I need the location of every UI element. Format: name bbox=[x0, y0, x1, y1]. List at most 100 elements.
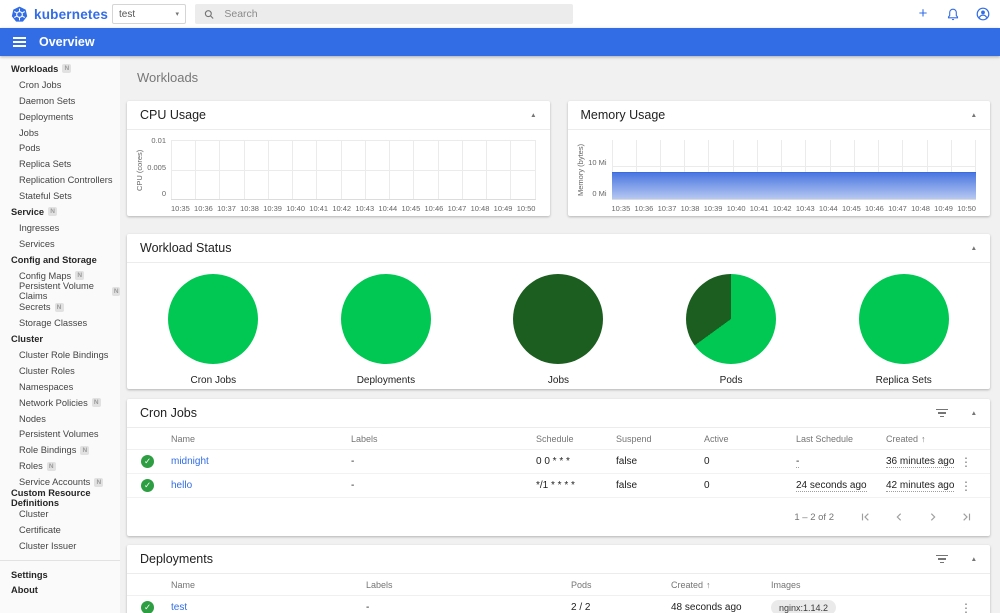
sort-asc-icon: ↑ bbox=[921, 433, 926, 444]
row-menu-kebab-icon[interactable]: ⋮ bbox=[956, 601, 976, 613]
sidebar-item-cluster-role-bindings[interactable]: Cluster Role Bindings bbox=[0, 347, 120, 363]
pie-pods: Pods bbox=[645, 274, 818, 386]
namespace-selector[interactable]: test ▾ bbox=[112, 4, 186, 24]
workload-status-title: Workload Status bbox=[140, 241, 232, 255]
filter-icon[interactable] bbox=[936, 554, 949, 564]
sidebar-item-cluster[interactable]: Cluster bbox=[0, 331, 120, 347]
pie-jobs: Jobs bbox=[472, 274, 645, 386]
sort-asc-icon: ↑ bbox=[706, 579, 711, 590]
cpu-y-axis-label: CPU (cores) bbox=[135, 149, 144, 191]
sidebar-item-nodes[interactable]: Nodes bbox=[0, 411, 120, 427]
sidebar-item-replica-sets[interactable]: Replica Sets bbox=[0, 156, 120, 172]
memory-x-axis-ticks: 10:35 10:36 10:37 10:38 10:39 10:40 10:41 10:42… bbox=[611, 204, 976, 213]
logo-text: kubernetes bbox=[34, 6, 109, 22]
sidebar-item-crd-cluster[interactable]: Cluster bbox=[0, 506, 120, 522]
memory-usage-card: Memory Usage ▲ Memory (bytes) 10 Mi 0 Mi bbox=[567, 101, 990, 216]
create-resource-plus-icon[interactable]: + bbox=[916, 6, 930, 21]
sidebar-item-replication-controllers[interactable]: Replication Controllers bbox=[0, 172, 120, 188]
sort-created-header[interactable]: Created ↑ bbox=[671, 580, 771, 590]
pagination-range: 1 – 2 of 2 bbox=[794, 511, 834, 523]
first-page-icon[interactable] bbox=[860, 512, 870, 522]
sidebar-item-roles[interactable]: Roles N bbox=[0, 458, 120, 474]
cronjob-name-link[interactable]: hello bbox=[171, 480, 351, 491]
sidebar-item-jobs[interactable]: Jobs bbox=[0, 125, 120, 141]
user-account-icon[interactable] bbox=[976, 7, 990, 21]
next-page-icon[interactable] bbox=[928, 512, 938, 522]
pie-chart-jobs bbox=[513, 274, 604, 364]
sidebar-item-namespaces[interactable]: Namespaces bbox=[0, 379, 120, 395]
page-title: Workloads bbox=[137, 70, 199, 85]
kubernetes-logo[interactable]: kubernetes bbox=[10, 5, 112, 24]
sidebar-item-cluster-issuer[interactable]: Cluster Issuer bbox=[0, 538, 120, 554]
namespaced-badge: N bbox=[75, 271, 85, 281]
collapse-caret-icon[interactable]: ▲ bbox=[971, 112, 977, 119]
header-actions: + bbox=[916, 6, 990, 21]
sidebar-item-config-and-storage[interactable]: Config and Storage bbox=[0, 252, 120, 268]
namespaced-badge: N bbox=[112, 286, 120, 296]
search-bar[interactable] bbox=[195, 4, 573, 24]
cron-jobs-card: Cron Jobs ▲ Name Labels Schedule Suspend… bbox=[127, 399, 990, 536]
sidebar-item-about[interactable]: About bbox=[0, 583, 120, 599]
sidebar-item-stateful-sets[interactable]: Stateful Sets bbox=[0, 188, 120, 204]
collapse-caret-icon[interactable]: ▲ bbox=[971, 410, 977, 417]
sidebar-divider bbox=[0, 559, 120, 561]
sidebar-item-persistent-volume-claims[interactable]: Persistent Volume Claims N bbox=[0, 281, 120, 301]
row-menu-kebab-icon[interactable]: ⋮ bbox=[956, 455, 976, 469]
cpu-usage-chart: CPU (cores) 0.01 0.005 0 10:35 10:36 10:37… bbox=[135, 136, 536, 213]
menu-hamburger-icon[interactable] bbox=[13, 36, 26, 48]
pie-chart-cron-jobs bbox=[168, 274, 259, 364]
last-page-icon[interactable] bbox=[962, 512, 972, 522]
table-row: ✓ hello - */1 * * * * false 0 24 seconds… bbox=[127, 474, 990, 498]
pie-chart-deployments bbox=[340, 274, 431, 364]
pie-chart-pods bbox=[686, 274, 777, 364]
namespaced-badge: N bbox=[80, 445, 90, 455]
sidebar-item-workloads[interactable]: Workloads N bbox=[0, 61, 120, 77]
sidebar-item-role-bindings[interactable]: Role Bindings N bbox=[0, 442, 120, 458]
collapse-caret-icon[interactable]: ▲ bbox=[530, 112, 536, 119]
pie-replica-sets: Replica Sets bbox=[817, 274, 990, 386]
namespaced-badge: N bbox=[48, 207, 58, 217]
sidebar-item-secrets[interactable]: Secrets N bbox=[0, 299, 120, 315]
memory-plot-area bbox=[611, 140, 977, 200]
filter-icon[interactable] bbox=[936, 408, 949, 418]
collapse-caret-icon[interactable]: ▲ bbox=[971, 245, 977, 252]
sidebar-item-cron-jobs[interactable]: Cron Jobs bbox=[0, 77, 120, 93]
sort-created-header[interactable]: Created ↑ bbox=[886, 434, 956, 444]
sidebar-item-settings[interactable]: Settings bbox=[0, 567, 120, 583]
row-menu-kebab-icon[interactable]: ⋮ bbox=[956, 479, 976, 493]
cpu-plot-area bbox=[171, 140, 536, 200]
search-input[interactable] bbox=[224, 8, 564, 20]
sidebar-item-custom-resource-definitions[interactable]: Custom Resource Definitions bbox=[0, 488, 120, 508]
sidebar-item-services[interactable]: Services bbox=[0, 236, 120, 252]
deployment-name-link[interactable]: test bbox=[171, 602, 366, 613]
memory-y-axis-label: Memory (bytes) bbox=[575, 143, 585, 197]
cronjob-name-link[interactable]: midnight bbox=[171, 456, 351, 467]
top-header: kubernetes test ▾ + bbox=[0, 0, 1000, 28]
collapse-caret-icon[interactable]: ▲ bbox=[971, 556, 977, 563]
sidebar-nav: Workloads N Cron Jobs Daemon Sets Deploym… bbox=[0, 56, 120, 613]
sidebar-item-storage-classes[interactable]: Storage Classes bbox=[0, 315, 120, 331]
status-ok-icon: ✓ bbox=[141, 479, 154, 492]
sidebar-item-daemon-sets[interactable]: Daemon Sets bbox=[0, 93, 120, 109]
previous-page-icon[interactable] bbox=[894, 512, 904, 522]
sidebar-item-deployments[interactable]: Deployments bbox=[0, 109, 120, 125]
sidebar-item-ingresses[interactable]: Ingresses bbox=[0, 220, 120, 236]
deployments-card: Deployments ▲ Name Labels Pods Created ↑ … bbox=[127, 545, 990, 613]
sidebar-item-service[interactable]: Service N bbox=[0, 204, 120, 220]
sidebar-item-certificate[interactable]: Certificate bbox=[0, 522, 120, 538]
chevron-down-icon: ▾ bbox=[175, 11, 179, 18]
workload-status-card: Workload Status ▲ Cron Jobs Deployments … bbox=[127, 234, 990, 389]
pie-chart-replica-sets bbox=[858, 274, 949, 364]
cpu-x-axis-ticks: 10:35 10:36 10:37 10:38 10:39 10:40 10:41 10:42… bbox=[171, 204, 536, 213]
memory-usage-title: Memory Usage bbox=[580, 108, 666, 122]
namespaced-badge: N bbox=[46, 461, 56, 471]
namespaced-badge: N bbox=[62, 64, 72, 74]
sidebar-item-network-policies[interactable]: Network Policies N bbox=[0, 395, 120, 411]
sidebar-item-persistent-volumes[interactable]: Persistent Volumes bbox=[0, 426, 120, 442]
sidebar-item-pods[interactable]: Pods bbox=[0, 140, 120, 156]
app-bar: Overview bbox=[0, 28, 1000, 56]
cron-jobs-table-title: Cron Jobs bbox=[140, 406, 197, 420]
namespaced-badge: N bbox=[91, 398, 101, 408]
sidebar-item-cluster-roles[interactable]: Cluster Roles bbox=[0, 363, 120, 379]
notifications-bell-icon[interactable] bbox=[946, 7, 960, 21]
